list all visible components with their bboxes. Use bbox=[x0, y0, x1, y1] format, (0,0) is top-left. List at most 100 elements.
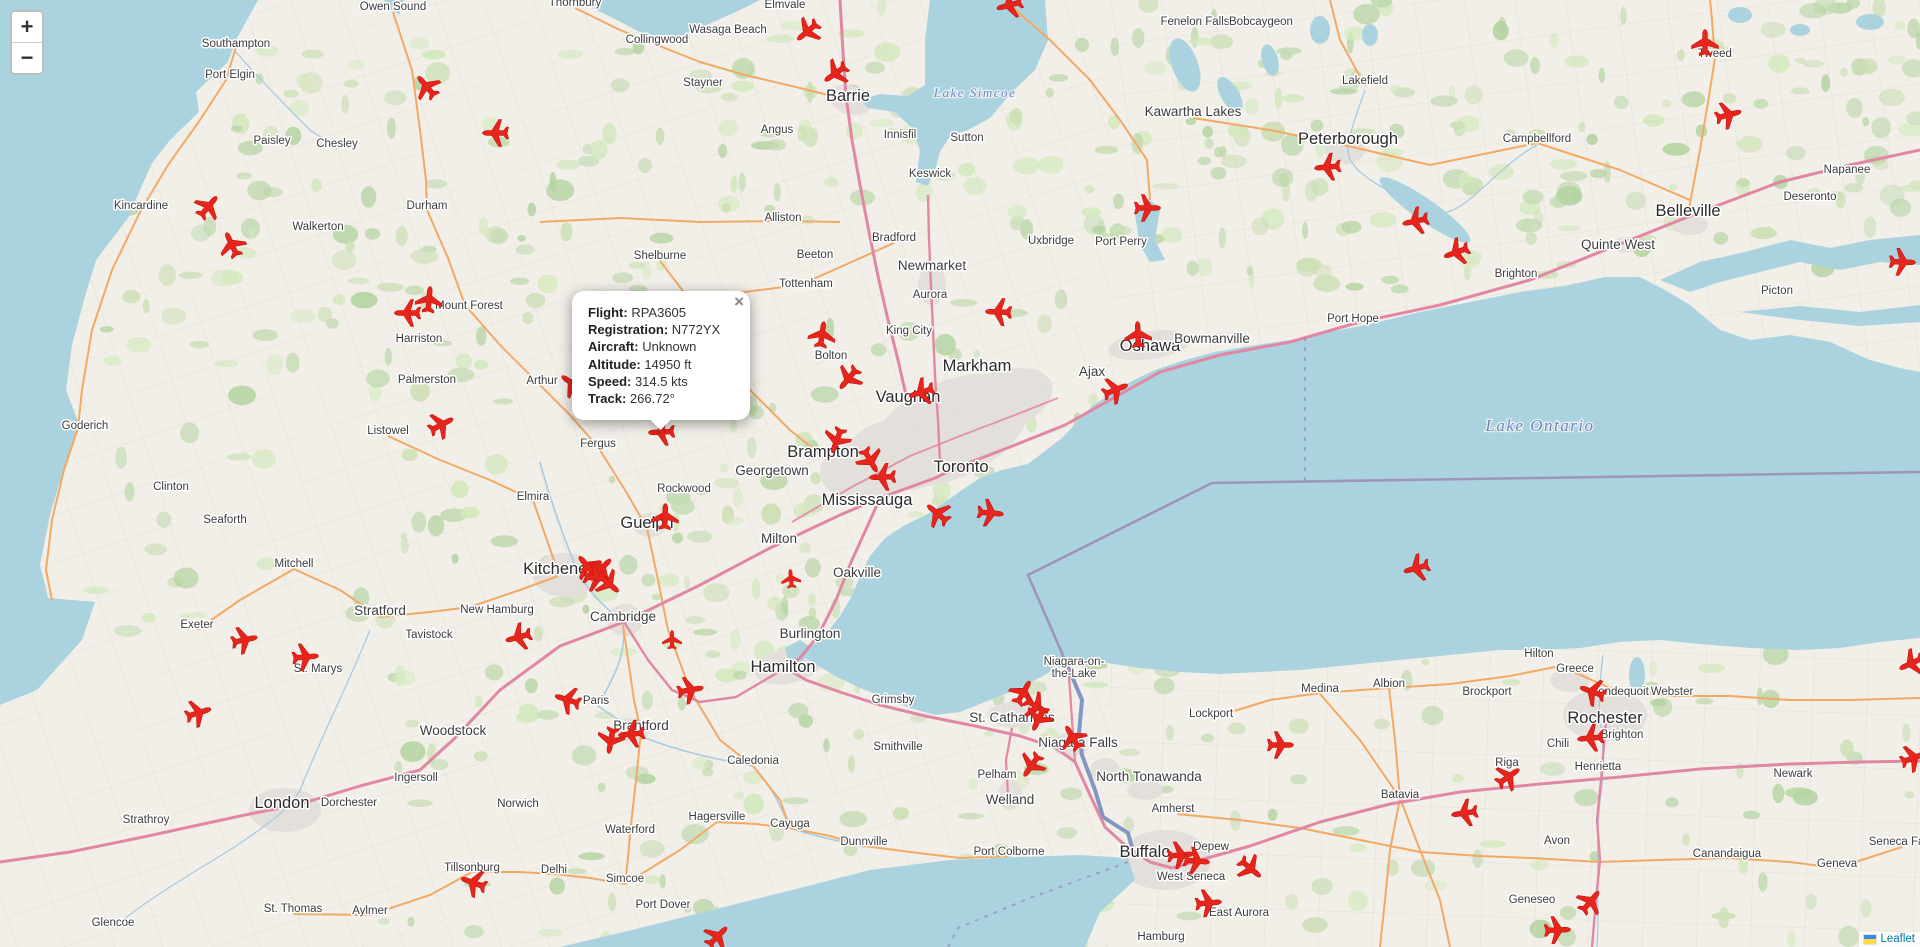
city-label: London bbox=[254, 794, 309, 812]
city-label: East Aurora bbox=[1209, 907, 1270, 919]
city-label: Alliston bbox=[764, 212, 801, 224]
popup-field-label: Altitude: bbox=[588, 357, 641, 372]
popup-field-value: Unknown bbox=[639, 339, 697, 354]
city-label: Fergus bbox=[580, 438, 616, 450]
popup-field-label: Aircraft: bbox=[588, 339, 639, 354]
city-label: Oakville bbox=[833, 565, 881, 580]
city-label: Harriston bbox=[396, 333, 443, 345]
popup-field-label: Flight: bbox=[588, 305, 628, 320]
city-label: Bobcaygeon bbox=[1229, 16, 1293, 28]
city-label: Depew bbox=[1193, 841, 1229, 853]
city-label: Pelham bbox=[978, 769, 1017, 781]
city-label: Kawartha Lakes bbox=[1145, 104, 1242, 119]
city-label: Angus bbox=[761, 124, 794, 136]
city-label: Smithville bbox=[873, 741, 922, 753]
city-label: Burlington bbox=[780, 626, 841, 641]
city-label: Tottenham bbox=[779, 278, 833, 290]
city-label: Norwich bbox=[497, 798, 539, 810]
city-label: Picton bbox=[1761, 285, 1793, 297]
zoom-in-button[interactable]: + bbox=[12, 12, 42, 43]
popup-field-label: Registration: bbox=[588, 322, 668, 337]
city-label: Chesley bbox=[316, 138, 358, 150]
city-label: Durham bbox=[407, 200, 448, 212]
city-label: Lockport bbox=[1189, 708, 1234, 720]
city-label: Welland bbox=[986, 792, 1035, 807]
city-label: Seneca Falls bbox=[1869, 836, 1920, 848]
city-label: Southampton bbox=[202, 38, 270, 50]
city-label: Georgetown bbox=[735, 463, 809, 478]
city-label: Webster bbox=[1651, 686, 1694, 698]
city-label: Hamilton bbox=[750, 658, 815, 676]
city-label: Dunnville bbox=[840, 836, 887, 848]
city-label: Brockport bbox=[1462, 686, 1512, 698]
city-label: Geneseo bbox=[1509, 894, 1556, 906]
city-label: Aurora bbox=[913, 289, 948, 301]
city-label: Ingersoll bbox=[394, 772, 437, 784]
city-label: Sutton bbox=[950, 132, 983, 144]
city-label: Mitchell bbox=[275, 558, 314, 570]
city-label: Hilton bbox=[1524, 648, 1553, 660]
city-label: Walkerton bbox=[292, 221, 343, 233]
city-label: Collingwood bbox=[626, 34, 689, 46]
popup-field-label: Track: bbox=[588, 391, 626, 406]
city-label: Port Dover bbox=[636, 899, 691, 911]
city-label: Paisley bbox=[253, 135, 290, 147]
city-label: Peterborough bbox=[1298, 130, 1398, 148]
city-label: Dorchester bbox=[321, 797, 377, 809]
city-label: Cayuga bbox=[770, 818, 810, 830]
popup-field: Aircraft: Unknown bbox=[588, 338, 730, 355]
city-label: Delhi bbox=[541, 864, 567, 876]
city-label: Woodstock bbox=[420, 723, 487, 738]
city-label: Greece bbox=[1556, 663, 1594, 675]
city-label: Henrietta bbox=[1575, 761, 1622, 773]
city-label: Avon bbox=[1544, 835, 1570, 847]
city-label: Grimsby bbox=[872, 694, 915, 706]
popup-field-value: N772YX bbox=[668, 322, 720, 337]
city-label: Geneva bbox=[1817, 858, 1858, 870]
popup-field: Track: 266.72° bbox=[588, 390, 730, 407]
city-label: Fenelon Falls bbox=[1160, 16, 1229, 28]
city-label: Mississauga bbox=[822, 491, 914, 509]
city-label: Tavistock bbox=[405, 629, 453, 641]
city-label: Lakefield bbox=[1342, 75, 1388, 87]
leaflet-attribution-link[interactable]: Leaflet bbox=[1880, 933, 1915, 945]
city-label: New Hamburg bbox=[460, 604, 534, 616]
city-label: Paris bbox=[583, 695, 609, 707]
city-label: Belleville bbox=[1655, 202, 1720, 220]
city-label: Milton bbox=[761, 531, 797, 546]
city-label: Markham bbox=[943, 357, 1012, 375]
popup-field: Altitude: 14950 ft bbox=[588, 356, 730, 373]
zoom-out-button[interactable]: − bbox=[12, 43, 42, 73]
city-label: Wasaga Beach bbox=[689, 24, 767, 36]
city-label: Owen Sound bbox=[360, 1, 427, 13]
flight-info-popup: × Flight: RPA3605Registration: N772YXAir… bbox=[572, 291, 750, 420]
city-label: Deseronto bbox=[1783, 191, 1836, 203]
city-label: Toronto bbox=[933, 458, 988, 476]
popup-field-value: RPA3605 bbox=[628, 305, 686, 320]
city-label: Elmira bbox=[517, 491, 550, 503]
city-label: Newark bbox=[1774, 768, 1813, 780]
city-label: Riga bbox=[1495, 757, 1519, 769]
city-label: Hagersville bbox=[689, 811, 746, 823]
city-label: Rochester bbox=[1567, 709, 1643, 727]
city-label: Beeton bbox=[797, 249, 833, 261]
city-label: Arthur bbox=[526, 375, 557, 387]
city-label: Barrie bbox=[826, 87, 870, 105]
city-label: Newmarket bbox=[898, 258, 967, 273]
city-label: Bowmanville bbox=[1174, 331, 1250, 346]
city-label: Ajax bbox=[1079, 364, 1106, 379]
map-canvas[interactable]: BarrieTorontoVaughanMarkhamBramptonMissi… bbox=[0, 0, 1920, 947]
popup-field: Flight: RPA3605 bbox=[588, 304, 730, 321]
ukraine-flag-icon bbox=[1864, 935, 1876, 944]
attribution-bar: Leaflet bbox=[1859, 932, 1920, 947]
water-label: Lake Ontario bbox=[1484, 416, 1594, 435]
city-label: Elmvale bbox=[765, 0, 806, 11]
city-label: Bradford bbox=[872, 232, 916, 244]
popup-field: Speed: 314.5 kts bbox=[588, 373, 730, 390]
city-label: Hamburg bbox=[1137, 931, 1184, 943]
city-label: Seaforth bbox=[203, 514, 246, 526]
city-label: Palmerston bbox=[398, 374, 456, 386]
close-icon[interactable]: × bbox=[734, 293, 744, 310]
city-label: Exeter bbox=[180, 619, 213, 631]
city-label: Tillsonburg bbox=[444, 862, 500, 874]
